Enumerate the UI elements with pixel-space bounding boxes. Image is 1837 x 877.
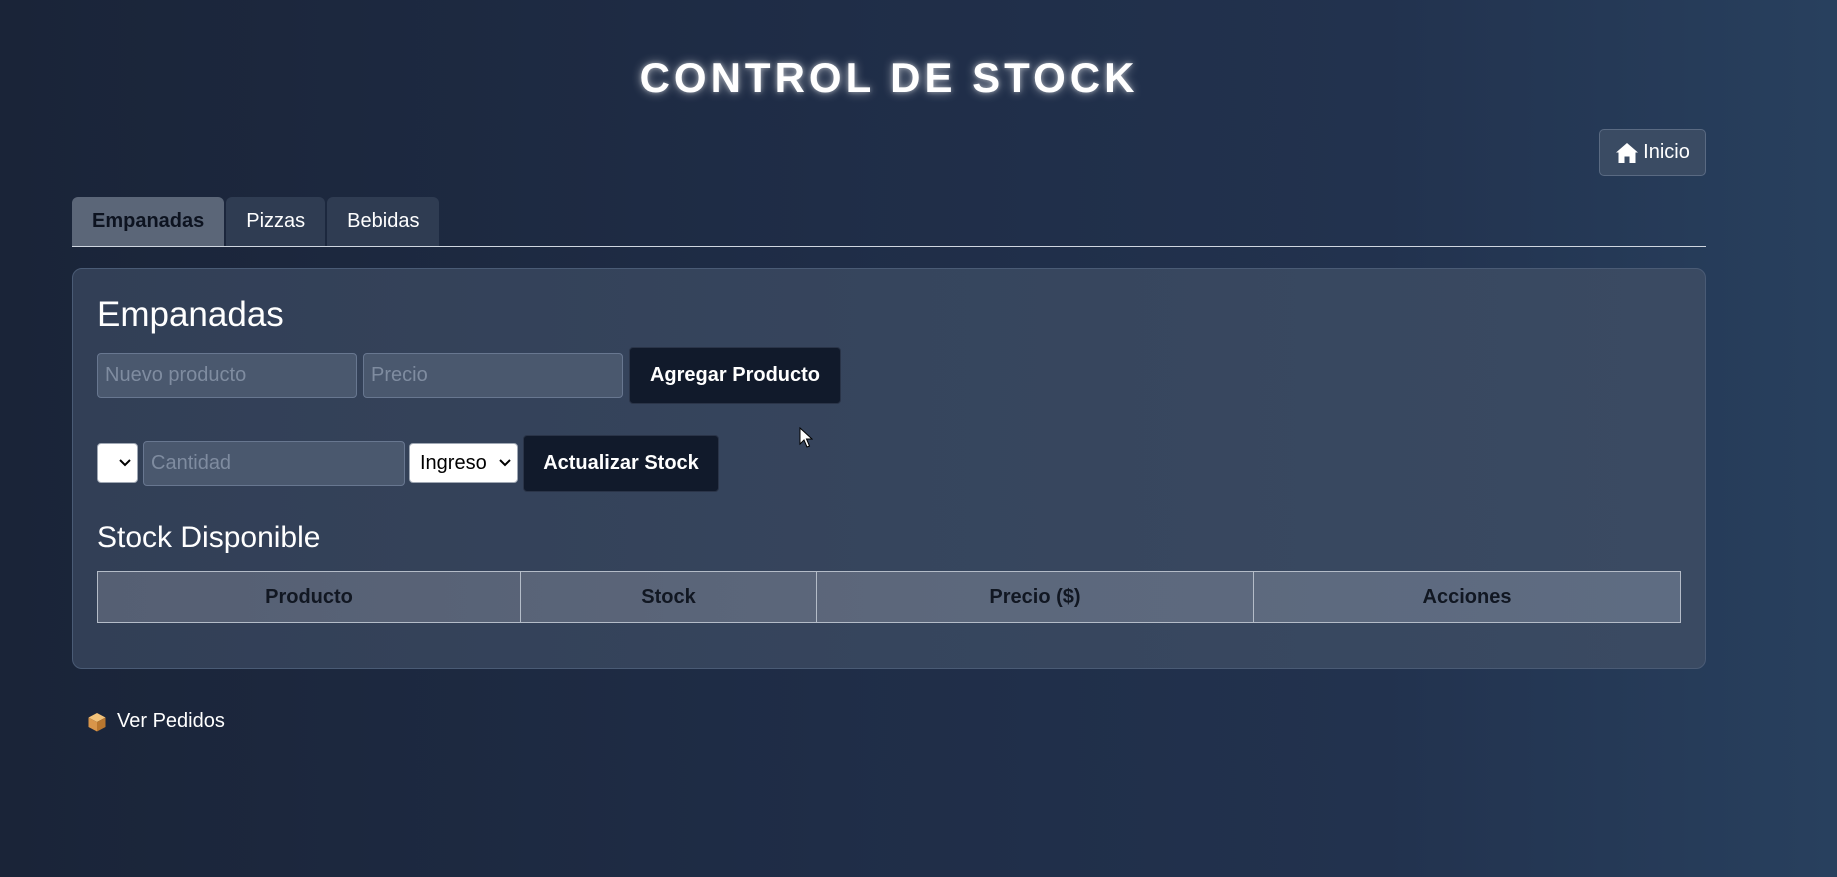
- table-header-row: Producto Stock Precio ($) Acciones: [97, 571, 1681, 623]
- tab-pizzas[interactable]: Pizzas: [226, 197, 326, 246]
- tab-divider: [72, 246, 1706, 247]
- page-title: CONTROL DE STOCK: [639, 54, 1139, 101]
- stock-section-title: Stock Disponible: [97, 521, 321, 554]
- home-button-label: Inicio: [1643, 141, 1690, 163]
- movement-type-select[interactable]: Ingreso: [409, 443, 518, 483]
- update-stock-button[interactable]: Actualizar Stock: [523, 435, 719, 492]
- movement-type-value: Ingreso: [420, 451, 487, 474]
- mouse-cursor-icon: [799, 427, 813, 448]
- new-product-input[interactable]: [97, 353, 357, 398]
- view-orders-link[interactable]: Ver Pedidos: [87, 710, 225, 733]
- tab-bar: Empanadas Pizzas Bebidas: [72, 197, 441, 246]
- column-header-stock: Stock: [520, 571, 817, 623]
- tab-empanadas[interactable]: Empanadas: [72, 197, 225, 246]
- tab-bebidas[interactable]: Bebidas: [327, 197, 440, 246]
- product-select[interactable]: [97, 443, 138, 483]
- panel-title: Empanadas: [97, 295, 284, 334]
- column-header-producto: Producto: [97, 571, 521, 623]
- column-header-acciones: Acciones: [1253, 571, 1681, 623]
- chevron-down-icon: [499, 459, 511, 467]
- chevron-down-icon: [119, 459, 131, 467]
- price-input[interactable]: [363, 353, 623, 398]
- add-product-button[interactable]: Agregar Producto: [629, 347, 841, 404]
- home-icon: [1616, 142, 1639, 163]
- stock-table: Producto Stock Precio ($) Acciones: [97, 571, 1681, 623]
- quantity-input[interactable]: [143, 441, 405, 486]
- home-button[interactable]: Inicio: [1599, 129, 1706, 176]
- column-header-precio: Precio ($): [816, 571, 1254, 623]
- package-icon: [88, 712, 106, 731]
- stock-panel: Empanadas Agregar Producto Ingreso Actua…: [72, 268, 1706, 669]
- view-orders-label: Ver Pedidos: [117, 710, 225, 732]
